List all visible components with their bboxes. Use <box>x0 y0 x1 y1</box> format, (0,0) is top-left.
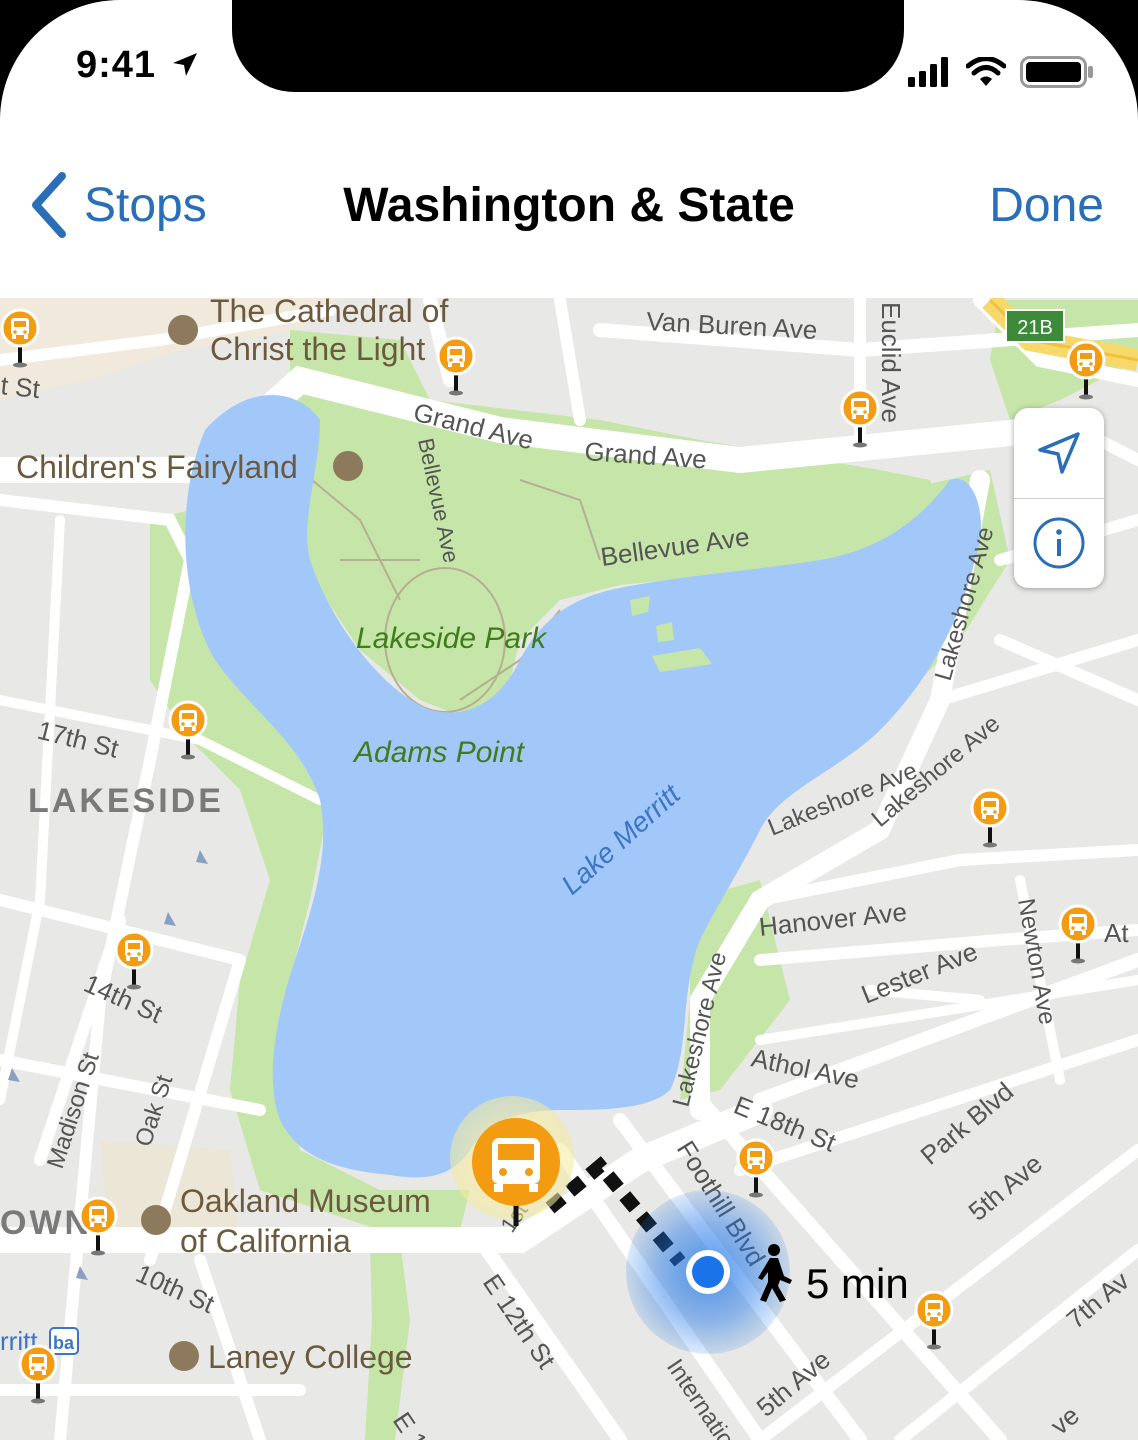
cathedral-label-line2: Christ the Light <box>210 331 425 367</box>
map-canvas[interactable]: The Cathedral of Christ the Light Childr… <box>0 298 1138 1440</box>
battery-icon <box>1020 56 1093 88</box>
walk-time-label: 5 min <box>806 1260 909 1307</box>
neighborhood-label: OWN <box>0 1204 92 1242</box>
page-title: Washington & State <box>343 179 795 232</box>
bart-logo-text: ba <box>53 1333 75 1353</box>
map-controls <box>1014 408 1104 588</box>
street-label: t St <box>0 370 42 404</box>
museum-label-line1: Oakland Museum <box>180 1183 431 1219</box>
amusement-park-icon <box>333 451 363 481</box>
status-indicators <box>908 56 1094 88</box>
cathedral-label-line1: The Cathedral of <box>210 298 448 329</box>
place-of-worship-icon <box>168 315 198 345</box>
done-button[interactable]: Done <box>989 178 1104 233</box>
college-icon <box>169 1341 199 1371</box>
cellular-signal-icon <box>908 57 948 87</box>
location-arrow-icon <box>1038 432 1080 474</box>
map-view[interactable]: The Cathedral of Christ the Light Childr… <box>0 298 1138 1440</box>
current-location-button[interactable] <box>1014 408 1104 498</box>
info-button[interactable] <box>1014 498 1104 588</box>
wifi-icon <box>966 57 1006 86</box>
notch <box>232 0 904 92</box>
status-time: 9:41 <box>76 44 157 86</box>
laney-college-label: Laney College <box>208 1339 413 1375</box>
lakeside-park-label: Lakeside Park <box>356 622 548 655</box>
neighborhood-label: LAKESIDE <box>28 782 224 820</box>
street-label: At <box>1104 918 1129 948</box>
info-icon <box>1033 517 1085 569</box>
adams-point-label: Adams Point <box>352 736 526 769</box>
phone-screen: 9:41 Stops Washington & State Done The C… <box>0 0 1138 1440</box>
location-services-icon <box>173 53 197 76</box>
highway-shield-label: 21B <box>1017 317 1053 339</box>
street-label: Euclid Ave <box>876 302 906 423</box>
museum-label-line2: of California <box>180 1223 351 1259</box>
childrens-fairyland-label: Children's Fairyland <box>16 449 298 485</box>
museum-icon <box>141 1205 171 1235</box>
navigation-bar: Stops Washington & State Done <box>0 150 1138 260</box>
